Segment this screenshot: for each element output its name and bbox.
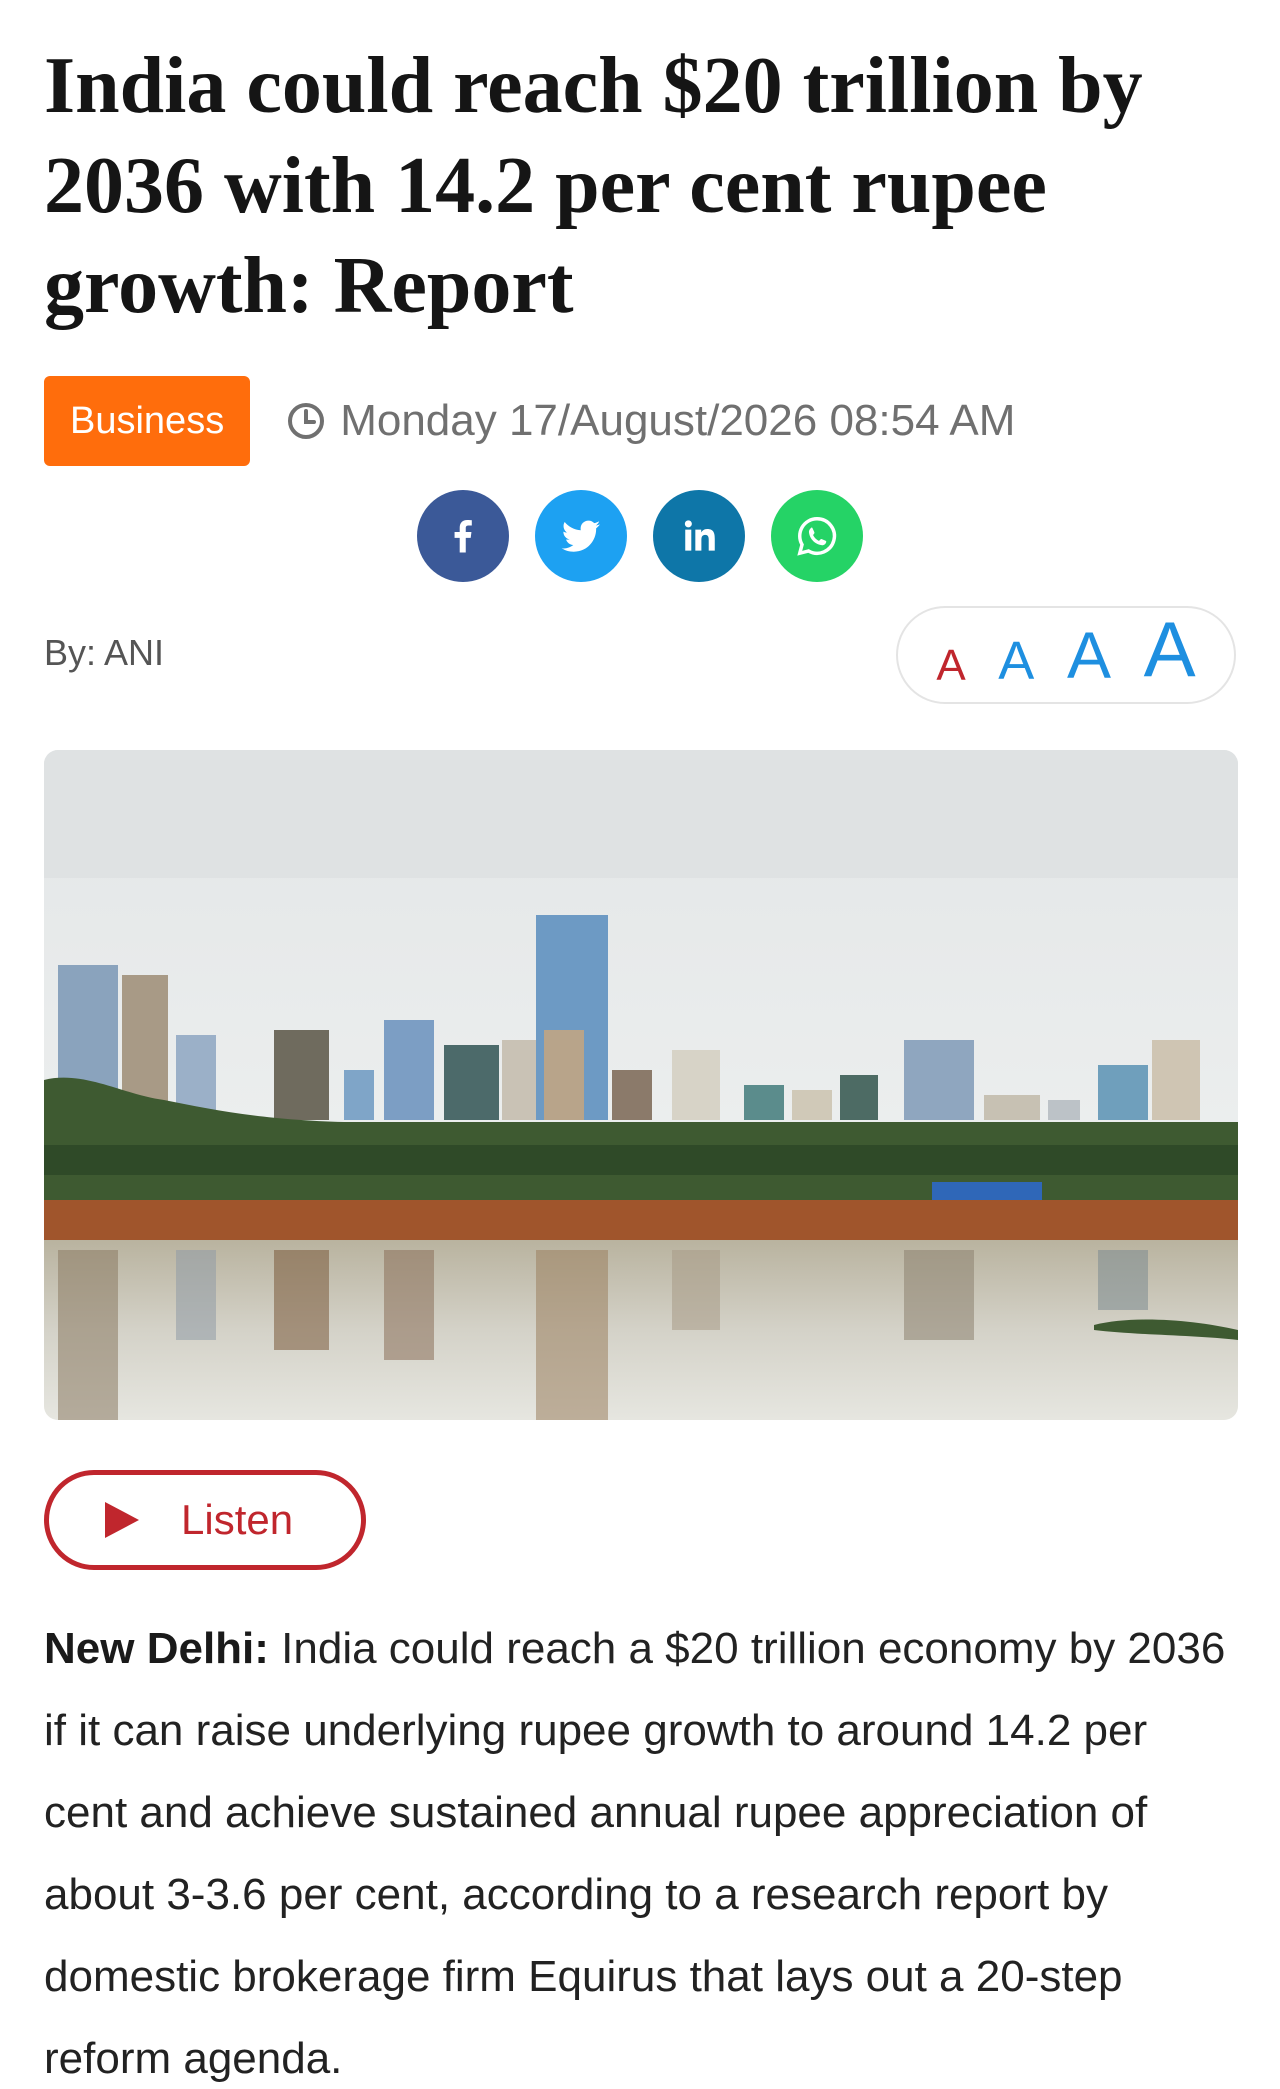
font-size-control: A A A A [896,606,1236,704]
share-buttons [0,490,1280,582]
twitter-icon [561,520,601,552]
category-badge[interactable]: Business [44,376,251,466]
whatsapp-share-button[interactable] [771,490,863,582]
twitter-share-button[interactable] [535,490,627,582]
article-headline: India could reach $20 trillion by 2036 w… [44,42,1143,330]
city-skyline-photo [44,750,1238,1420]
font-size-small-button[interactable]: A [936,644,965,688]
facebook-icon [454,520,472,553]
whatsapp-icon [797,517,837,556]
article-body-text: India could reach a $20 trillion economy… [44,1624,1226,2083]
article-hero-image [44,750,1238,1420]
article-body: New Delhi: India could reach a $20 trill… [44,1608,1240,2089]
play-icon [105,1502,139,1538]
font-size-medium-button[interactable]: A [998,634,1034,688]
meta-row: Business Monday 17/August/2026 08:54 AM [44,376,1015,466]
linkedin-icon [684,520,715,551]
listen-button[interactable]: Listen [44,1470,366,1570]
listen-label: Listen [181,1496,294,1543]
font-size-xlarge-button[interactable]: A [1144,610,1196,688]
publish-date: Monday 17/August/2026 08:54 AM [286,396,1015,446]
font-size-large-button[interactable]: A [1067,622,1111,688]
article-dateline: New Delhi: [44,1624,269,1673]
clock-icon [288,403,325,439]
linkedin-share-button[interactable] [653,490,745,582]
publish-date-text: Monday 17/August/2026 08:54 AM [340,396,1016,445]
facebook-share-button[interactable] [417,490,509,582]
author-byline: By: ANI [44,632,165,673]
